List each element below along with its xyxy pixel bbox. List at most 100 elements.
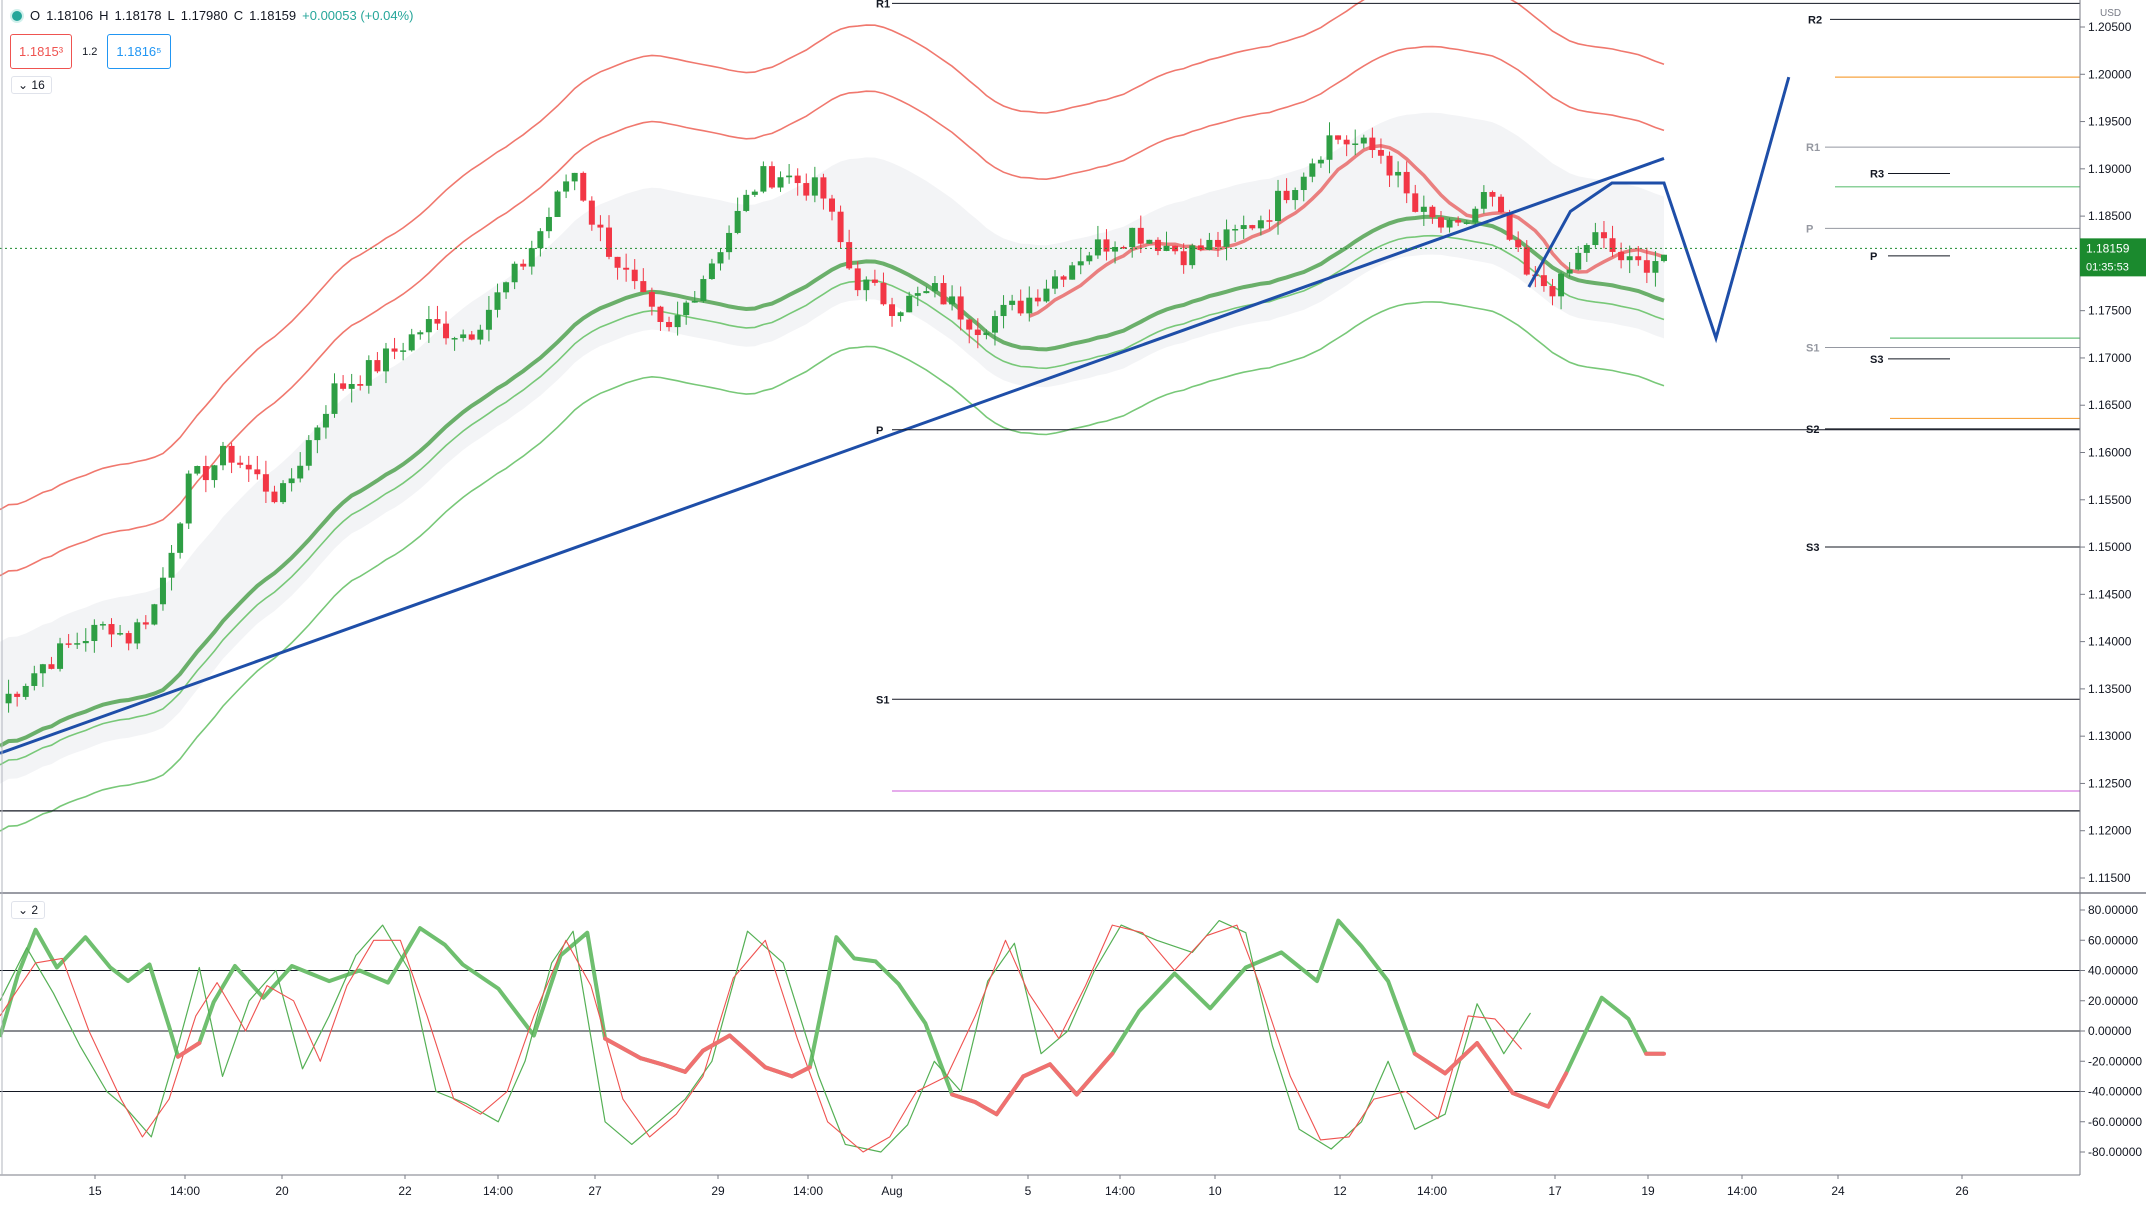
candle-body — [940, 283, 947, 305]
candle-body — [185, 473, 192, 524]
main-indicator-count: 16 — [31, 78, 45, 92]
candle-body — [331, 383, 338, 414]
candle-body — [5, 693, 12, 704]
chart-canvas[interactable]: R1 R2 P S1 R1 P S1 S2 S3 R3 P S3 1.20500 1.20000 1.19… — [0, 0, 2146, 1205]
candle-body — [1558, 273, 1565, 297]
candle-body — [314, 427, 321, 441]
candle-body — [846, 242, 853, 269]
candle-body — [322, 413, 329, 428]
candle-body — [1463, 222, 1470, 224]
quote-panel: 1.1815³ 1.2 1.1816⁵ — [10, 34, 171, 69]
candle-body — [1223, 229, 1230, 247]
candle-body — [31, 673, 38, 686]
candle-body — [1034, 297, 1041, 302]
time-tick-label: 22 — [398, 1184, 412, 1198]
time-tick-label: 15 — [88, 1184, 102, 1198]
candle-body — [1240, 225, 1247, 230]
candle-body — [914, 293, 921, 296]
candle-body — [1232, 229, 1239, 231]
candle-body — [820, 177, 827, 199]
candle-body — [1403, 171, 1410, 194]
price-tick-label: 1.15500 — [2088, 493, 2132, 507]
candle-body — [1609, 238, 1616, 252]
candle-body — [134, 622, 141, 644]
candle-body — [1549, 286, 1556, 297]
candle-body — [1386, 155, 1393, 176]
candle-body — [1618, 251, 1625, 261]
candle-body — [22, 685, 29, 697]
candle-body — [751, 191, 758, 195]
price-tag-value: 1.18159 — [2086, 241, 2130, 255]
candle-body — [657, 306, 664, 322]
candle-body — [177, 523, 184, 553]
candle-body — [1129, 227, 1136, 248]
candle-body — [923, 291, 930, 294]
candle-body — [1060, 276, 1067, 280]
candle-body — [477, 329, 484, 340]
candle-body — [520, 263, 527, 267]
candle-body — [1154, 239, 1161, 251]
candle-body — [168, 552, 175, 578]
candle-body — [408, 334, 415, 351]
time-tick-label: 19 — [1641, 1184, 1655, 1198]
candle-body — [966, 319, 973, 330]
candle-body — [1137, 227, 1144, 244]
candle-body — [194, 466, 201, 474]
candle-body — [48, 664, 55, 669]
candle-body — [1257, 220, 1264, 229]
candle-body — [974, 329, 981, 336]
price-tick-label: 1.17000 — [2088, 351, 2132, 365]
candle-body — [400, 350, 407, 352]
candle-body — [1592, 232, 1599, 246]
chart[interactable]: R1 R2 P S1 R1 P S1 S2 S3 R3 P S3 1.20500 1.20000 1.19… — [0, 0, 2146, 1205]
buy-button[interactable]: 1.1816⁵ — [107, 34, 171, 69]
main-indicators-toggle[interactable]: ⌄ 16 — [11, 76, 52, 94]
candle-body — [1335, 135, 1342, 140]
candle-body — [1635, 256, 1642, 261]
candle-body — [288, 478, 295, 484]
candle-body — [1069, 265, 1076, 280]
candle-body — [563, 181, 570, 192]
chevron-down-icon: ⌄ — [18, 903, 29, 917]
candle-body — [811, 177, 818, 196]
price-tick-label: 1.11500 — [2088, 871, 2131, 885]
osc-tick-label: -40.00000 — [2088, 1085, 2142, 1099]
candle-body — [803, 183, 810, 196]
close-value: 1.18159 — [249, 8, 297, 23]
osc-indicators-toggle[interactable]: ⌄ 2 — [11, 901, 46, 919]
candle-body — [1266, 220, 1273, 222]
candle-body — [1026, 297, 1033, 314]
candle-body — [280, 483, 287, 503]
candle-body — [691, 301, 698, 303]
candle-body — [1180, 251, 1187, 266]
candle-body — [117, 633, 124, 635]
candle-body — [340, 383, 347, 389]
pivot-label: S1 — [876, 694, 889, 706]
candle-body — [391, 348, 398, 352]
candle-body — [245, 464, 252, 470]
osc-indicator-count: 2 — [31, 903, 39, 917]
candle-body — [597, 224, 604, 228]
ohlc-legend: O 1.18106 H 1.18178 L 1.17980 C 1.18159 +0.0… — [10, 8, 413, 23]
candle-body — [494, 292, 501, 310]
time-tick-label: 5 — [1025, 1184, 1032, 1198]
candle-body — [14, 693, 21, 697]
candle-body — [357, 384, 364, 386]
change-value: +0.00053 (+0.04%) — [302, 8, 414, 23]
time-tick-label: 14:00 — [170, 1184, 200, 1198]
candle-body — [1017, 300, 1024, 314]
candle-body — [700, 279, 707, 302]
sell-button[interactable]: 1.1815³ — [10, 34, 73, 69]
candle-body — [1446, 219, 1453, 228]
candle-body — [451, 338, 458, 340]
candle-body — [777, 177, 784, 188]
osc-tick-label: -80.00000 — [2088, 1145, 2142, 1159]
price-tick-label: 1.12000 — [2088, 824, 2132, 838]
candle-body — [829, 198, 835, 212]
candle-body — [1283, 190, 1290, 201]
time-tick-label: 20 — [275, 1184, 289, 1198]
candle-body — [1472, 208, 1479, 223]
candle-body — [1326, 135, 1333, 160]
time-tick-label: 26 — [1955, 1184, 1969, 1198]
candle-body — [906, 295, 913, 313]
